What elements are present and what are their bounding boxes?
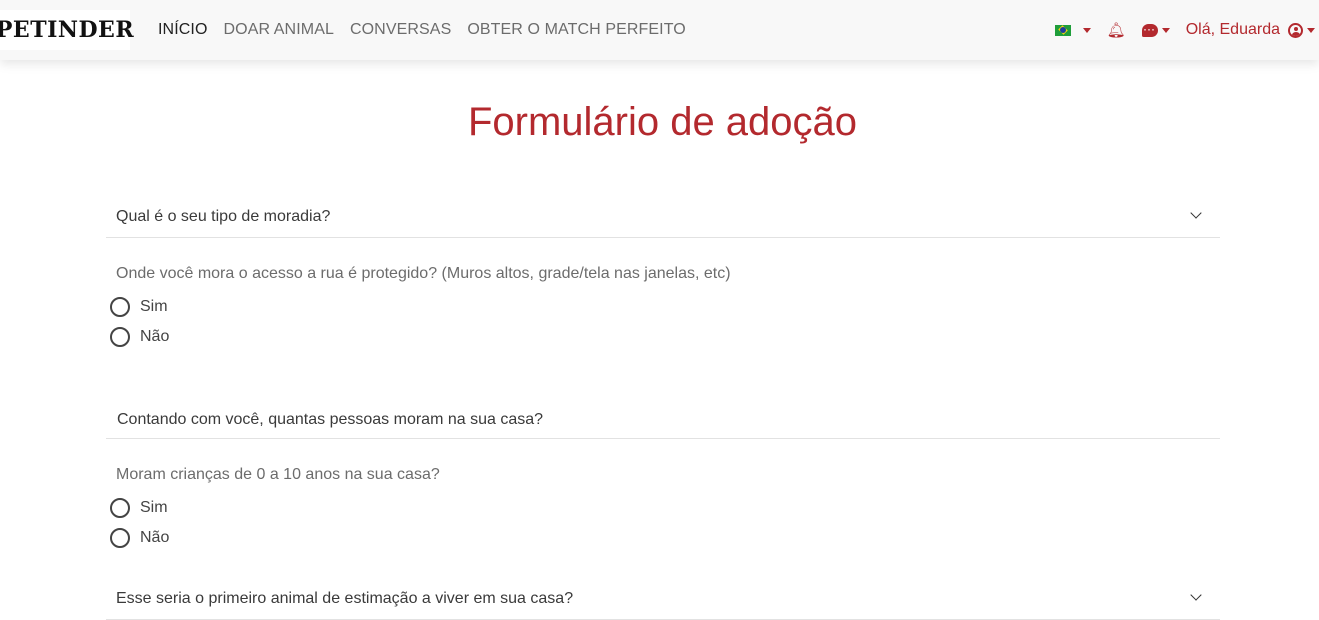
radio-label: Não bbox=[140, 328, 170, 345]
protected-access-option-sim[interactable]: Sim bbox=[110, 296, 168, 318]
people-count-field[interactable]: Contando com você, quantas pessoas moram… bbox=[106, 399, 1220, 439]
radio-label: Sim bbox=[140, 499, 168, 516]
chat-icon: ··· bbox=[1141, 23, 1158, 37]
chevron-down-icon bbox=[1190, 589, 1202, 601]
messages-dropdown[interactable]: ··· bbox=[1141, 23, 1170, 37]
radio-button[interactable] bbox=[110, 297, 130, 317]
housing-type-dropdown[interactable]: Qual é o seu tipo de moradia? bbox=[106, 198, 1220, 238]
chevron-down-icon bbox=[1307, 27, 1315, 33]
children-option-nao[interactable]: Não bbox=[110, 527, 169, 549]
page-title: Formulário de adoção bbox=[467, 100, 858, 144]
petinder-logo[interactable]: PETINDER bbox=[0, 10, 134, 50]
radio-label: Sim bbox=[140, 298, 168, 315]
bell-icon: 🔔︎ bbox=[1106, 21, 1126, 39]
radio-button[interactable] bbox=[110, 498, 130, 518]
chevron-down-icon bbox=[1190, 207, 1202, 219]
radio-button[interactable] bbox=[110, 327, 130, 347]
first-pet-dropdown[interactable]: Esse seria o primeiro animal de estimaçã… bbox=[106, 580, 1220, 620]
nav-link-inicio[interactable]: INÍCIO bbox=[158, 21, 208, 39]
user-greeting: Olá, Eduarda bbox=[1185, 21, 1280, 38]
nav-link-doar-animal[interactable]: DOAR ANIMAL bbox=[224, 21, 334, 39]
radio-label: Não bbox=[140, 529, 170, 546]
nav-right: 🔔︎ ··· Olá, Eduarda bbox=[1054, 0, 1315, 60]
first-pet-label: Esse seria o primeiro animal de estimaçã… bbox=[116, 590, 574, 607]
children-question: Moram crianças de 0 a 10 anos na sua cas… bbox=[116, 466, 440, 483]
top-navbar: PETINDER INÍCIO DOAR ANIMAL CONVERSAS OB… bbox=[0, 0, 1319, 60]
nav-link-match-perfeito[interactable]: OBTER O MATCH PERFEITO bbox=[467, 21, 686, 39]
chevron-down-icon bbox=[1161, 27, 1170, 33]
children-option-sim[interactable]: Sim bbox=[110, 497, 168, 519]
chevron-down-icon bbox=[1082, 27, 1091, 33]
housing-type-label: Qual é o seu tipo de moradia? bbox=[116, 208, 331, 225]
brazil-flag-icon bbox=[1054, 24, 1071, 36]
language-dropdown[interactable] bbox=[1054, 24, 1091, 36]
radio-button[interactable] bbox=[110, 528, 130, 548]
user-menu[interactable]: Olá, Eduarda bbox=[1186, 21, 1315, 39]
nav-link-conversas[interactable]: CONVERSAS bbox=[350, 21, 451, 39]
protected-access-question: Onde você mora o acesso a rua é protegid… bbox=[116, 265, 731, 282]
people-count-label: Contando com você, quantas pessoas moram… bbox=[117, 411, 544, 428]
user-circle-icon bbox=[1288, 22, 1303, 38]
protected-access-option-nao[interactable]: Não bbox=[110, 326, 169, 348]
notifications-button[interactable]: 🔔︎ bbox=[1107, 23, 1126, 38]
nav-links: INÍCIO DOAR ANIMAL CONVERSAS OBTER O MAT… bbox=[158, 0, 702, 60]
